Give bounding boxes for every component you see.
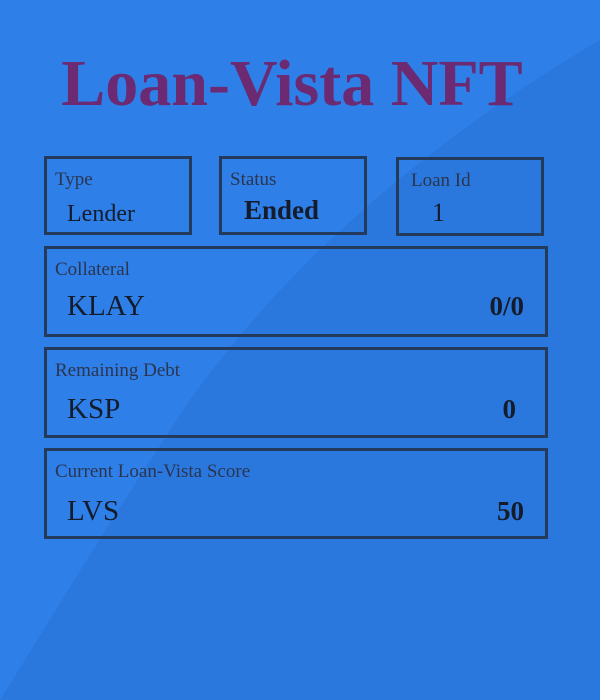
score-card: Current Loan-Vista Score LVS 50 [44,448,548,539]
status-value: Ended [244,195,320,225]
loan-id-value: 1 [432,198,445,227]
remaining-debt-card: Remaining Debt KSP 0 [44,347,548,438]
status-card: Status Ended [219,156,367,235]
remaining-debt-amount: 0 [502,394,517,424]
score-amount: 50 [497,496,524,526]
remaining-debt-token: KSP [67,393,121,425]
score-token: LVS [67,495,120,527]
type-card: Type Lender [44,156,192,235]
page-title: Loan-Vista NFT [61,47,523,120]
collateral-token: KLAY [67,290,145,322]
status-label: Status [230,169,277,190]
type-value: Lender [67,201,135,227]
score-label: Current Loan-Vista Score [55,461,251,482]
type-label: Type [55,169,93,190]
collateral-card: Collateral KLAY 0/0 [44,246,548,337]
loan-id-label: Loan Id [411,170,471,191]
loan-id-card: Loan Id 1 [396,157,544,236]
remaining-debt-label: Remaining Debt [55,360,181,381]
collateral-amount: 0/0 [489,291,524,321]
collateral-label: Collateral [55,259,130,280]
